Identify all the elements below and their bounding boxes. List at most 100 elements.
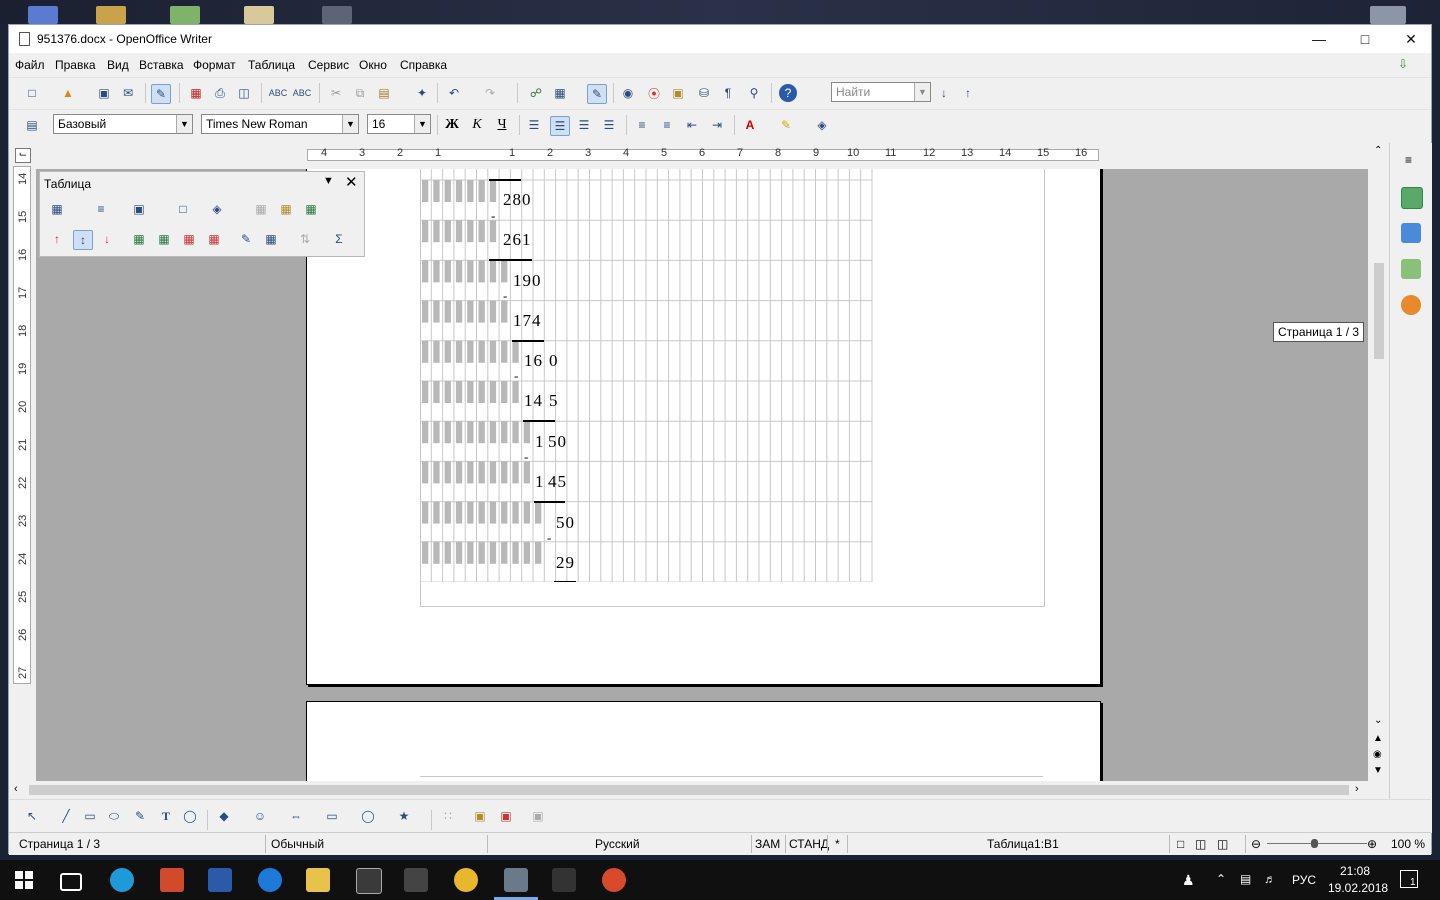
sum-icon[interactable]: Σ [330,230,348,248]
optimize-icon[interactable]: ▦ [302,200,320,218]
word-icon[interactable] [208,868,232,892]
table-icon[interactable]: ▦ [48,200,66,218]
extrusion-icon[interactable]: ▣ [529,807,547,825]
borders-icon[interactable]: □ [174,200,192,218]
division-table-grid[interactable] [420,169,873,582]
zoom-level[interactable]: 100 % [1391,837,1425,851]
print-preview-icon[interactable]: ◫ [235,84,253,102]
decrease-indent-icon[interactable]: ⇤ [683,116,701,134]
sort-icon[interactable]: ⇅ [296,230,314,248]
horizontal-scrollbar[interactable]: ‹ › [9,782,1369,798]
line-icon[interactable]: ╱ [57,807,75,825]
table-icon[interactable]: ▦ [551,84,569,102]
formatting-marks-icon[interactable]: ¶ [719,84,737,102]
chevron-down-icon[interactable]: ▼ [342,115,358,133]
fontwork-icon[interactable]: ▣ [471,807,489,825]
rectangle-icon[interactable]: ▭ [81,807,99,825]
autospellcheck-icon[interactable]: ABC [293,84,312,102]
print-icon[interactable]: ⎙ [211,84,229,102]
background-color-icon[interactable]: ◈ [813,116,831,134]
people-icon[interactable]: ♟ [1182,872,1195,889]
select-icon[interactable]: ↖ [23,807,41,825]
chevron-down-icon[interactable]: ▼ [323,175,334,187]
properties-icon[interactable] [1401,187,1423,209]
multi-page-view-icon[interactable]: ◫ [1195,837,1206,851]
scroll-right-icon[interactable]: › [1355,783,1359,795]
find-replace-icon[interactable]: ◉ [619,84,637,102]
paragraph-style-select[interactable]: Базовый ▼ [53,114,193,134]
align-bottom-icon[interactable]: ↓ [98,230,116,248]
chevron-down-icon[interactable]: ▼ [414,115,430,133]
insert-column-icon[interactable]: ▦ [155,230,173,248]
navigator-icon[interactable] [1401,295,1421,315]
network-icon[interactable]: ▤ [1240,872,1251,886]
new-document-icon[interactable]: □ [23,84,41,102]
clock-date[interactable]: 19.02.2018 [1328,881,1388,895]
menu-insert[interactable]: Вставка [139,58,184,72]
font-color-icon[interactable]: A [741,116,759,134]
align-left-icon[interactable]: ☰ [525,116,543,134]
file-explorer-icon[interactable] [306,868,330,892]
menu-help[interactable]: Справка [400,58,447,72]
clone-format-icon[interactable]: ✦ [413,84,431,102]
horizontal-ruler[interactable]: 4 3 2 1 1 2 3 4 5 6 7 8 9 10 11 12 13 14… [39,146,1369,162]
callout-icon[interactable]: ◯ [181,807,199,825]
align-top-icon[interactable]: ↑ [48,230,66,248]
presentation-app-icon[interactable] [160,868,184,892]
edit-mode-icon[interactable]: ✎ [151,84,171,104]
find-previous-icon[interactable]: ↑ [959,84,977,102]
maximize-button[interactable]: □ [1342,25,1388,53]
clock-time[interactable]: 21:08 [1340,864,1370,878]
status-selection-mode[interactable]: СТАНД [789,837,829,851]
table-properties-icon[interactable]: ▦ [262,230,280,248]
zoom-out-icon[interactable]: ⊖ [1251,837,1261,851]
open-folder-icon[interactable]: ▲ [59,84,77,102]
italic-button[interactable]: К [468,116,486,134]
settings-icon[interactable] [552,868,576,892]
styles-icon[interactable]: ▤ [23,116,41,134]
delete-row-icon[interactable]: ▦ [180,230,198,248]
from-file-icon[interactable]: ▣ [497,807,515,825]
cut-icon[interactable]: ✂ [327,84,345,102]
single-page-view-icon[interactable]: □ [1177,837,1184,851]
help-icon[interactable]: ? [779,84,797,102]
chevron-down-icon[interactable]: ▼ [176,115,192,133]
spellcheck-icon[interactable]: ABC [269,84,288,102]
menu-table[interactable]: Таблица [248,58,295,72]
vertical-ruler[interactable]: 14 15 16 17 18 19 20 21 22 23 24 25 26 2… [13,166,31,684]
menu-window[interactable]: Окно [359,58,387,72]
status-page[interactable]: Страница 1 / 3 [19,837,100,851]
status-language[interactable]: Русский [595,837,640,851]
language-indicator[interactable]: РУС [1292,873,1316,887]
table-toolbar-header[interactable]: Таблица ▼ ✕ [40,172,364,194]
background-color-icon[interactable]: ◈ [208,200,226,218]
sidebar-menu-icon[interactable]: ≡ [1405,153,1412,167]
zoom-in-icon[interactable]: ⊕ [1367,837,1377,851]
previous-page-icon[interactable]: ▲ [1373,733,1383,744]
close-button[interactable]: ✕ [1388,25,1434,53]
bold-button[interactable]: Ж [443,116,461,134]
paste-icon[interactable]: ▤ [375,84,393,102]
menu-format[interactable]: Формат [193,58,236,72]
basic-shapes-icon[interactable]: ◆ [215,807,233,825]
zoom-icon[interactable]: ⚲ [745,84,763,102]
export-pdf-icon[interactable]: ▦ [187,84,205,102]
desktop-app-icon[interactable] [322,6,352,24]
chevron-up-icon[interactable]: ⌃ [1216,872,1226,886]
redo-icon[interactable]: ↷ [481,84,499,102]
block-arrows-icon[interactable]: ⇔ [287,807,305,825]
openoffice-writer-icon[interactable] [504,868,528,892]
gallery-icon[interactable]: ▣ [669,84,687,102]
points-icon[interactable]: ∷ [439,807,457,825]
highlight-icon[interactable]: ✎ [777,116,795,134]
update-icon[interactable]: ⇩ [1394,55,1412,73]
numbering-icon[interactable]: ≡ [633,116,651,134]
email-icon[interactable]: ✉ [119,84,137,102]
tab-stop-selector[interactable]: ⌙ [15,148,31,163]
freeform-icon[interactable]: ✎ [131,807,149,825]
desktop-folder-icon[interactable] [96,6,126,24]
chrome-icon[interactable] [454,868,478,892]
flowchart-icon[interactable]: ▭ [323,807,341,825]
merge-cells-icon[interactable]: ▦ [252,200,270,218]
calculator-icon[interactable] [404,868,428,892]
